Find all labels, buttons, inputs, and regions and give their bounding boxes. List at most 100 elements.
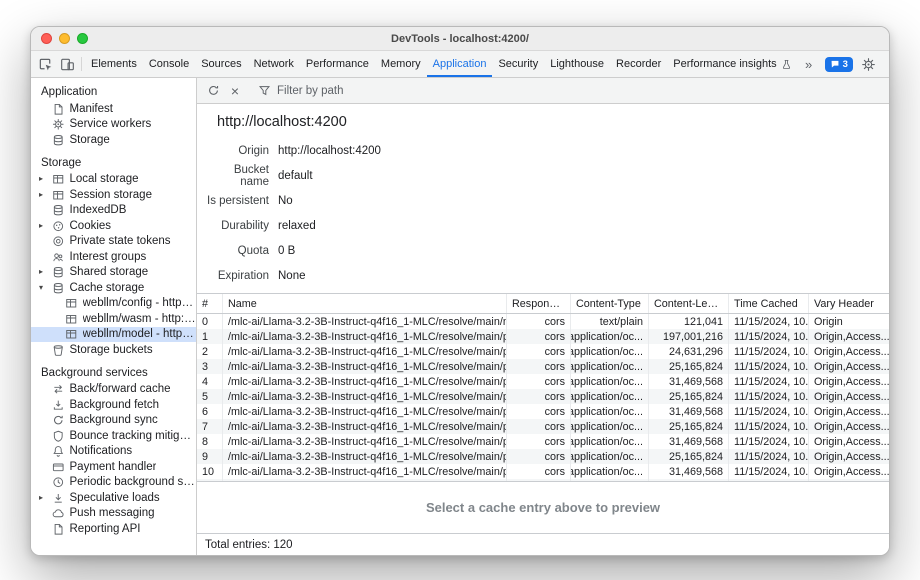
column-header-name[interactable]: Name	[223, 294, 507, 313]
tab-recorder[interactable]: Recorder	[610, 51, 667, 77]
cell-name: /mlc-ai/Llama-3.2-3B-Instruct-q4f16_1-ML…	[223, 359, 507, 374]
sidebar-item-background-sync[interactable]: Background sync	[31, 413, 196, 429]
main-menu-button[interactable]: ⋮	[880, 56, 889, 72]
inspect-element-button[interactable]	[34, 51, 56, 77]
cache-entry-row[interactable]: 6 /mlc-ai/Llama-3.2-3B-Instruct-q4f16_1-…	[197, 404, 889, 419]
sidebar-item-background-fetch[interactable]: Background fetch	[31, 397, 196, 413]
cell-time-cached: 11/15/2024, 10...	[729, 359, 809, 374]
refresh-button[interactable]	[202, 80, 224, 102]
sidebar-item-label: Storage buckets	[70, 344, 153, 356]
arrow-down-icon	[52, 492, 65, 505]
cell-index: 7	[197, 419, 223, 434]
chevron-right-icon[interactable]: ▸	[39, 175, 52, 183]
close-window-button[interactable]	[41, 33, 52, 44]
sidebar-item-bounce-tracking-mitigations[interactable]: Bounce tracking mitigations	[31, 428, 196, 444]
tab-performance-insights[interactable]: Performance insights	[667, 51, 797, 77]
tab-memory[interactable]: Memory	[375, 51, 427, 77]
chevron-right-icon[interactable]: ▸	[39, 494, 52, 502]
column-header-index[interactable]: #	[197, 294, 223, 313]
cache-entry-row[interactable]: 0 /mlc-ai/Llama-3.2-3B-Instruct-q4f16_1-…	[197, 314, 889, 329]
cache-origin-title: http://localhost:4200	[197, 104, 889, 136]
sidebar-item-periodic-background-sync[interactable]: Periodic background sync	[31, 475, 196, 491]
sidebar-item-webllm-wasm[interactable]: webllm/wasm - http://loca...	[31, 311, 196, 327]
tab-elements[interactable]: Elements	[85, 51, 143, 77]
sidebar-item-payment-handler[interactable]: Payment handler	[31, 459, 196, 475]
chevron-right-icon[interactable]: ▸	[39, 268, 52, 276]
cell-index: 1	[197, 329, 223, 344]
cache-entry-row[interactable]: 4 /mlc-ai/Llama-3.2-3B-Instruct-q4f16_1-…	[197, 374, 889, 389]
cache-entry-row[interactable]: 7 /mlc-ai/Llama-3.2-3B-Instruct-q4f16_1-…	[197, 419, 889, 434]
tab-application[interactable]: Application	[427, 51, 493, 77]
column-header-vary-header[interactable]: Vary Header	[809, 294, 889, 313]
section-title: Application	[31, 84, 196, 101]
sidebar-item-label: Service workers	[70, 118, 152, 130]
cache-entry-row[interactable]: 10 /mlc-ai/Llama-3.2-3B-Instruct-q4f16_1…	[197, 464, 889, 479]
zoom-window-button[interactable]	[77, 33, 88, 44]
chevron-right-icon[interactable]: ▸	[39, 191, 52, 199]
cell-name: /mlc-ai/Llama-3.2-3B-Instruct-q4f16_1-ML…	[223, 434, 507, 449]
cell-content-length: 121,041	[649, 314, 729, 329]
sidebar-item-manifest[interactable]: Manifest	[31, 101, 196, 117]
cell-content-type: application/oc...	[571, 419, 649, 434]
tab-lighthouse[interactable]: Lighthouse	[544, 51, 610, 77]
sidebar-item-back-forward-cache[interactable]: Back/forward cache	[31, 382, 196, 398]
sidebar-item-cache-storage[interactable]: ▾Cache storage	[31, 280, 196, 296]
sidebar-item-session-storage[interactable]: ▸ Session storage	[31, 187, 196, 203]
device-toolbar-button[interactable]	[56, 51, 78, 77]
more-tabs-button[interactable]: »	[798, 57, 820, 72]
tab-label: Performance insights	[673, 58, 776, 70]
sidebar-item-local-storage[interactable]: ▸Local storage	[31, 172, 196, 188]
tab-security[interactable]: Security	[492, 51, 544, 77]
sidebar-item-private-state-tokens[interactable]: Private state tokens	[31, 234, 196, 250]
column-header-content-length[interactable]: Content-Length	[649, 294, 729, 313]
chevron-down-icon[interactable]: ▾	[39, 284, 52, 292]
sidebar-item-label: Manifest	[70, 103, 113, 115]
cache-entry-row[interactable]: 5 /mlc-ai/Llama-3.2-3B-Instruct-q4f16_1-…	[197, 389, 889, 404]
cache-entry-row[interactable]: 9 /mlc-ai/Llama-3.2-3B-Instruct-q4f16_1-…	[197, 449, 889, 464]
flask-icon	[781, 59, 792, 70]
sidebar-item-cookies[interactable]: ▸Cookies	[31, 218, 196, 234]
meta-label: Bucket name	[203, 164, 269, 188]
cell-index: 3	[197, 359, 223, 374]
sidebar-item-storage[interactable]: Storage	[31, 132, 196, 148]
kebab-icon: ⋮	[884, 56, 889, 72]
sidebar-item-notifications[interactable]: Notifications	[31, 444, 196, 460]
filter-placeholder: Filter by path	[277, 85, 343, 97]
sidebar-item-interest-groups[interactable]: Interest groups	[31, 249, 196, 265]
cell-response-type: cors	[507, 419, 571, 434]
sidebar-item-shared-storage[interactable]: ▸Shared storage	[31, 265, 196, 281]
sidebar-item-reporting-api[interactable]: Reporting API	[31, 521, 196, 537]
tab-console[interactable]: Console	[143, 51, 195, 77]
cache-entry-row[interactable]: 1 /mlc-ai/Llama-3.2-3B-Instruct-q4f16_1-…	[197, 329, 889, 344]
sidebar-item-webllm-config[interactable]: webllm/config - http://loc...	[31, 296, 196, 312]
tab-sources[interactable]: Sources	[195, 51, 247, 77]
cache-entry-row[interactable]: 2 /mlc-ai/Llama-3.2-3B-Instruct-q4f16_1-…	[197, 344, 889, 359]
meta-row-expiration: ExpirationNone	[203, 263, 889, 288]
column-header-time-cached[interactable]: Time Cached	[729, 294, 809, 313]
cell-content-length: 197,001,216	[649, 329, 729, 344]
sidebar-item-service-workers[interactable]: Service workers	[31, 117, 196, 133]
sidebar-item-indexeddb[interactable]: IndexedDB	[31, 203, 196, 219]
settings-button[interactable]	[858, 57, 880, 72]
sidebar-item-label: Session storage	[70, 189, 152, 201]
column-header-response-type[interactable]: Response-Type	[507, 294, 571, 313]
chevron-right-icon[interactable]: ▸	[39, 222, 52, 230]
sidebar-item-label: Notifications	[70, 445, 133, 457]
sidebar-item-webllm-model[interactable]: webllm/model - http://loc...	[31, 327, 196, 343]
tab-network[interactable]: Network	[248, 51, 300, 77]
sidebar-item-speculative-loads[interactable]: ▸Speculative loads	[31, 490, 196, 506]
bucket-icon	[52, 344, 65, 357]
column-header-content-type[interactable]: Content-Type	[571, 294, 649, 313]
tab-performance[interactable]: Performance	[300, 51, 375, 77]
filter-input[interactable]: Filter by path	[258, 84, 884, 97]
sidebar-item-push-messaging[interactable]: Push messaging	[31, 506, 196, 522]
cache-entry-row[interactable]: 3 /mlc-ai/Llama-3.2-3B-Instruct-q4f16_1-…	[197, 359, 889, 374]
sidebar-item-storage-buckets[interactable]: Storage buckets	[31, 342, 196, 358]
cache-entry-row[interactable]: 8 /mlc-ai/Llama-3.2-3B-Instruct-q4f16_1-…	[197, 434, 889, 449]
cell-response-type: cors	[507, 449, 571, 464]
messages-badge[interactable]: 3	[825, 57, 853, 72]
cell-content-type: text/plain	[571, 314, 649, 329]
minimize-window-button[interactable]	[59, 33, 70, 44]
delete-selected-button[interactable]: ×	[224, 80, 246, 102]
cell-name: /mlc-ai/Llama-3.2-3B-Instruct-q4f16_1-ML…	[223, 419, 507, 434]
